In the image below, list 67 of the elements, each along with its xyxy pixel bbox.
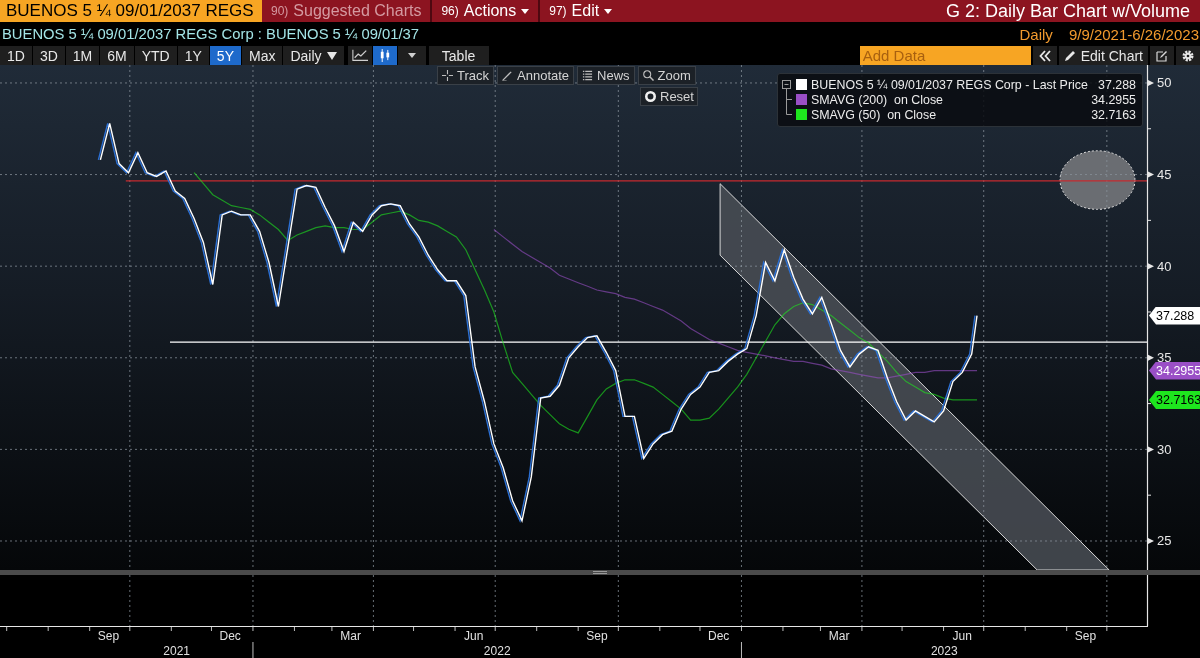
collapse-button[interactable] <box>1032 46 1057 65</box>
legend-label: BUENOS 5 ¼ 09/01/2037 REGS Corp - Last Price <box>811 77 1089 92</box>
edit-chart-button[interactable]: Edit Chart <box>1058 46 1148 65</box>
range-tab[interactable]: YTD <box>134 46 177 65</box>
settings-button[interactable] <box>1176 46 1200 65</box>
axis-value-tag: 34.2955 <box>1149 361 1200 380</box>
line-chart-icon <box>351 49 368 62</box>
range-tab[interactable]: 5Y <box>209 46 241 65</box>
date-range: 9/9/2021-6/26/2023 <box>1068 25 1200 43</box>
year-label: 2023 <box>930 644 958 658</box>
y-axis-label: 25 <box>1157 533 1172 549</box>
double-chevron-icon <box>1038 49 1051 62</box>
range-tab[interactable]: 1Y <box>177 46 209 65</box>
pencil-square-icon <box>1156 49 1168 62</box>
security-description: BUENOS 5 ¼ 09/01/2037 REGS Corp : BUENOS 5 ¼ 09/01/37 <box>2 26 419 42</box>
x-axis-label: Sep <box>97 629 120 643</box>
y-axis-label: 50 <box>1157 75 1172 91</box>
range-tab[interactable]: Max <box>241 46 283 65</box>
axis-value-tag: 37.288 <box>1149 306 1200 325</box>
frequency-label: Daily <box>1019 25 1053 43</box>
year-label: 2022 <box>483 644 511 658</box>
edit-options-button[interactable] <box>1150 46 1174 65</box>
ring-icon <box>645 91 656 102</box>
table-button[interactable]: Table <box>428 46 489 65</box>
range-tab[interactable]: 1M <box>65 46 100 65</box>
chart-type-dropdown[interactable] <box>397 46 426 65</box>
reset-button[interactable]: Reset <box>640 87 698 106</box>
add-data-field[interactable]: Add Data <box>859 46 1031 65</box>
x-axis-label: Dec <box>219 629 241 643</box>
settings-icon <box>1182 49 1194 62</box>
axis-value-tag: 32.7163 <box>1149 390 1200 409</box>
chart-tool-button[interactable]: Zoom <box>637 66 696 85</box>
caret-icon <box>326 51 337 60</box>
chart-type-button[interactable] <box>372 46 397 65</box>
pen-line-icon <box>502 70 514 81</box>
x-axis-label: Mar <box>340 629 361 643</box>
window-title: G 2: Daily Bar Chart w/Volume <box>945 0 1191 22</box>
x-axis-label: Sep <box>1074 629 1097 643</box>
range-tab[interactable]: 1D <box>0 46 32 65</box>
range-tab[interactable]: 3D <box>32 46 65 65</box>
x-axis-label: Jun <box>464 629 484 643</box>
y-axis-label: 30 <box>1157 441 1172 457</box>
caret-icon <box>407 53 416 58</box>
x-axis-label: Mar <box>828 629 850 643</box>
grip-icon <box>593 571 607 574</box>
chart-tool-button[interactable]: Track <box>437 66 495 85</box>
range-tab[interactable]: 6M <box>100 46 134 65</box>
y-axis-label: 45 <box>1157 167 1172 183</box>
y-axis-label: 40 <box>1157 258 1172 274</box>
legend-label: SMAVG (50) on Close <box>811 107 938 122</box>
pencil-icon <box>1063 49 1076 62</box>
year-label: 2021 <box>163 644 190 658</box>
security-label: BUENOS 5 ¼ 09/01/2037 REGS <box>0 0 262 22</box>
chart-tool-button[interactable]: News <box>577 66 635 85</box>
x-axis-label: Dec <box>708 629 730 643</box>
chart-type-button[interactable] <box>347 46 372 65</box>
search-icon <box>642 70 654 81</box>
legend-value: 37.288 <box>1098 77 1136 92</box>
legend-value: 34.2955 <box>1091 92 1136 107</box>
x-axis-label: Jun <box>952 629 972 643</box>
chart-tool-button[interactable]: Annotate <box>497 66 575 85</box>
list-icon <box>582 70 594 81</box>
frequency-dropdown[interactable]: Daily <box>283 46 344 65</box>
x-axis-label: Sep <box>586 629 608 643</box>
legend-value: 32.7163 <box>1091 107 1136 122</box>
crosshair-icon <box>442 70 453 81</box>
legend-label: SMAVG (200) on Close <box>811 92 944 107</box>
